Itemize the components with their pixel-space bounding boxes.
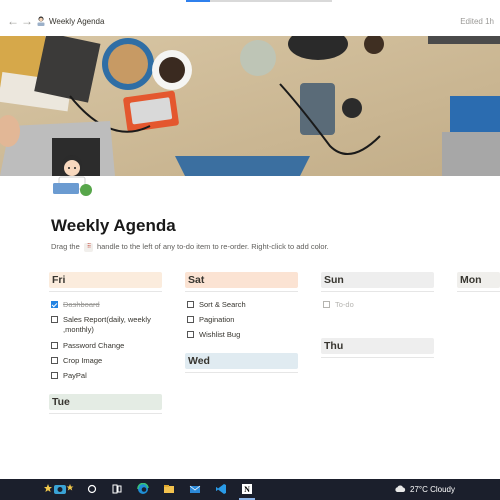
column-fri: Fri Dashboard Sales Report(daily, weekly… bbox=[49, 272, 162, 385]
page-icon-person-laptop[interactable] bbox=[50, 153, 92, 197]
checkbox[interactable] bbox=[187, 301, 194, 308]
page-title[interactable]: Weekly Agenda bbox=[51, 216, 176, 236]
weather-cloud-icon[interactable] bbox=[394, 483, 406, 495]
instruction-text: Drag the ⠿ handle to the left of any to-… bbox=[51, 242, 329, 252]
top-bar: ← → Weekly Agenda Edited 1h bbox=[0, 0, 500, 36]
todo-text[interactable]: Crop Image bbox=[63, 356, 102, 365]
checkbox-checked[interactable] bbox=[51, 301, 58, 308]
drag-handle-glyph: ⠿ bbox=[86, 243, 92, 250]
drag-handle-icon: ⠿ bbox=[83, 242, 93, 252]
weather-text[interactable]: 27°C Cloudy bbox=[410, 485, 455, 494]
column-sat: Sat Sort & Search Pagination Wishlist Bu… bbox=[185, 272, 298, 344]
day-heading-sun[interactable]: Sun bbox=[321, 272, 434, 288]
column-tue: Tue bbox=[49, 394, 162, 414]
edge-icon[interactable] bbox=[137, 483, 149, 495]
todo-text[interactable]: Dashboard bbox=[63, 300, 100, 309]
todo-text[interactable]: Password Change bbox=[63, 341, 124, 350]
checkbox[interactable] bbox=[187, 331, 194, 338]
edited-status: Edited 1h bbox=[460, 17, 494, 26]
widgets-icon[interactable] bbox=[44, 483, 74, 495]
checkbox[interactable] bbox=[51, 372, 58, 379]
divider bbox=[457, 291, 500, 292]
todo-item[interactable]: Dashboard bbox=[49, 299, 162, 314]
notion-icon[interactable]: N bbox=[241, 483, 253, 495]
checkbox[interactable] bbox=[51, 342, 58, 349]
page-avatar-icon bbox=[37, 16, 45, 26]
svg-text:N: N bbox=[244, 485, 250, 494]
hint-text-before: Drag the bbox=[51, 242, 80, 251]
todo-text[interactable]: PayPal bbox=[63, 371, 87, 380]
mail-icon[interactable] bbox=[189, 483, 201, 495]
hint-text-after: handle to the left of any to-do item to … bbox=[96, 242, 329, 251]
column-sun: Sun To-do bbox=[321, 272, 434, 314]
checkbox[interactable] bbox=[51, 316, 58, 323]
todo-text[interactable]: Wishlist Bug bbox=[199, 330, 240, 339]
todo-item-continuation[interactable]: ,monthly) bbox=[49, 324, 162, 340]
breadcrumb[interactable]: Weekly Agenda bbox=[49, 17, 104, 26]
task-view-icon[interactable] bbox=[111, 483, 123, 495]
todo-text[interactable]: ,monthly) bbox=[63, 325, 94, 334]
todo-item[interactable]: Sort & Search bbox=[185, 299, 298, 314]
todo-item[interactable]: Pagination bbox=[185, 314, 298, 329]
todo-text[interactable]: Pagination bbox=[199, 315, 234, 324]
divider bbox=[321, 357, 434, 358]
column-thu: Thu bbox=[321, 338, 434, 358]
todo-item[interactable]: Wishlist Bug bbox=[185, 329, 298, 344]
todo-item[interactable]: Sales Report(daily, weekly bbox=[49, 314, 162, 324]
day-heading-fri[interactable]: Fri bbox=[49, 272, 162, 288]
vscode-icon[interactable] bbox=[215, 483, 227, 495]
todo-item[interactable]: Password Change bbox=[49, 340, 162, 355]
column-mon: Mon bbox=[457, 272, 500, 292]
day-heading-tue[interactable]: Tue bbox=[49, 394, 162, 410]
checkbox[interactable] bbox=[51, 357, 58, 364]
arrow-right-icon[interactable]: → bbox=[21, 15, 33, 27]
day-heading-mon[interactable]: Mon bbox=[457, 272, 500, 288]
divider bbox=[49, 413, 162, 414]
todo-text[interactable]: Sort & Search bbox=[199, 300, 246, 309]
todo-item[interactable]: Crop Image bbox=[49, 355, 162, 370]
checkbox[interactable] bbox=[323, 301, 330, 308]
day-heading-sat[interactable]: Sat bbox=[185, 272, 298, 288]
day-heading-wed[interactable]: Wed bbox=[185, 353, 298, 369]
todo-text[interactable]: Sales Report(daily, weekly bbox=[63, 315, 151, 324]
todo-item[interactable]: PayPal bbox=[49, 370, 162, 385]
todo-placeholder[interactable]: To-do bbox=[335, 300, 354, 309]
checkbox[interactable] bbox=[187, 316, 194, 323]
todo-item-placeholder[interactable]: To-do bbox=[321, 299, 434, 314]
file-explorer-icon[interactable] bbox=[163, 483, 175, 495]
arrow-left-icon[interactable]: ← bbox=[7, 15, 19, 27]
column-wed: Wed bbox=[185, 353, 298, 373]
day-heading-thu[interactable]: Thu bbox=[321, 338, 434, 354]
divider bbox=[185, 372, 298, 373]
search-icon[interactable] bbox=[86, 483, 98, 495]
active-tab-indicator bbox=[186, 0, 210, 2]
